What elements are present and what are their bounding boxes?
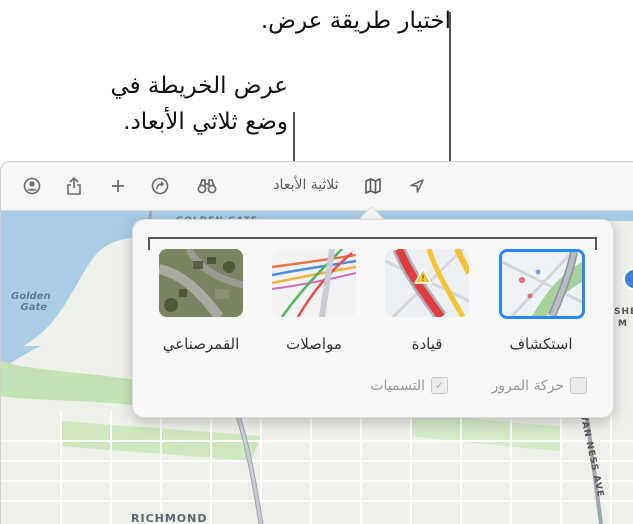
labels-label: التسميات [370,377,425,394]
map-label-gate: Gate [20,302,48,313]
callout-choose-view: اختيار طريقة عرض. [260,8,451,34]
explore-label[interactable]: استكشاف [486,335,596,353]
account-icon[interactable] [20,174,44,198]
svg-text:!: ! [421,274,425,284]
traffic-label: حركة المرور [491,377,565,394]
transit-thumbnail[interactable] [272,249,356,317]
map-icon[interactable] [361,174,385,198]
checkmark-icon: ✓ [434,379,445,392]
location-arrow-icon[interactable] [405,174,429,198]
map-label-richmond: RICHMOND [131,512,208,524]
map-label-golden: Golden [11,291,51,302]
traffic-option[interactable]: حركة المرور [491,377,587,394]
labels-checkbox[interactable]: ✓ [431,377,448,394]
transit-label[interactable]: مواصلات [259,335,369,353]
callout-3d-view: عرض الخريطة في وضع ثلاثي الأبعاد. [110,68,288,140]
explore-thumbnail[interactable] [499,249,585,319]
binoculars-icon[interactable] [195,174,219,198]
map-type-popover: استكشاف ! قيادة مواصلات القمرصناعي حركة … [132,219,614,418]
three-d-button[interactable]: ثلاثية الأبعاد [250,177,362,193]
toolbar: ثلاثية الأبعاد [1,162,633,211]
plus-icon[interactable] [106,174,130,198]
traffic-checkbox[interactable] [570,377,587,394]
map-label-she: SHE [614,307,633,317]
route-arrow-icon[interactable] [148,174,172,198]
driving-thumbnail[interactable]: ! [385,249,469,317]
map-label-m: M [618,319,628,329]
callout-3d-line2: وضع ثلاثي الأبعاد. [123,109,288,135]
map-label-golden-gate-water: Golden Gate [11,291,51,313]
share-icon[interactable] [62,174,86,198]
labels-option[interactable]: ✓ التسميات [370,377,448,394]
satellite-label[interactable]: القمرصناعي [146,335,256,353]
callout-3d-line1: عرض الخريطة في [110,73,288,99]
driving-label[interactable]: قيادة [372,335,482,353]
satellite-thumbnail[interactable] [159,249,243,317]
